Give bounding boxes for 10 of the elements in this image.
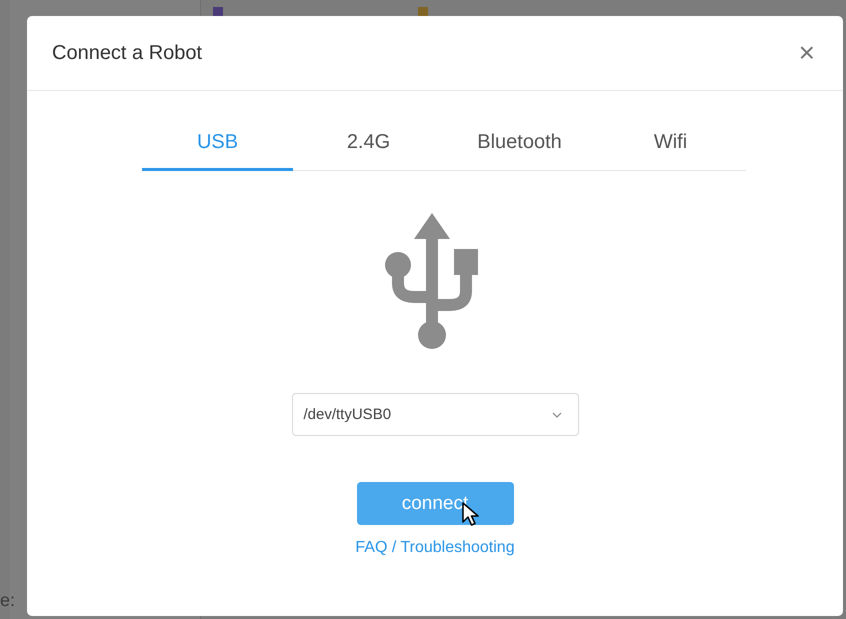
connection-tab[interactable]: Wifi bbox=[595, 117, 746, 171]
chevron-down-icon bbox=[552, 412, 562, 418]
close-button[interactable]: × bbox=[794, 37, 819, 69]
background-label: e: bbox=[0, 590, 16, 611]
block-marker bbox=[213, 7, 223, 16]
connection-tab[interactable]: 2.4G bbox=[293, 117, 444, 171]
connection-tab[interactable]: Bluetooth bbox=[444, 117, 595, 171]
port-select[interactable]: /dev/ttyUSB0 bbox=[292, 393, 578, 436]
block-marker bbox=[418, 7, 428, 16]
dialog-title: Connect a Robot bbox=[52, 42, 202, 64]
